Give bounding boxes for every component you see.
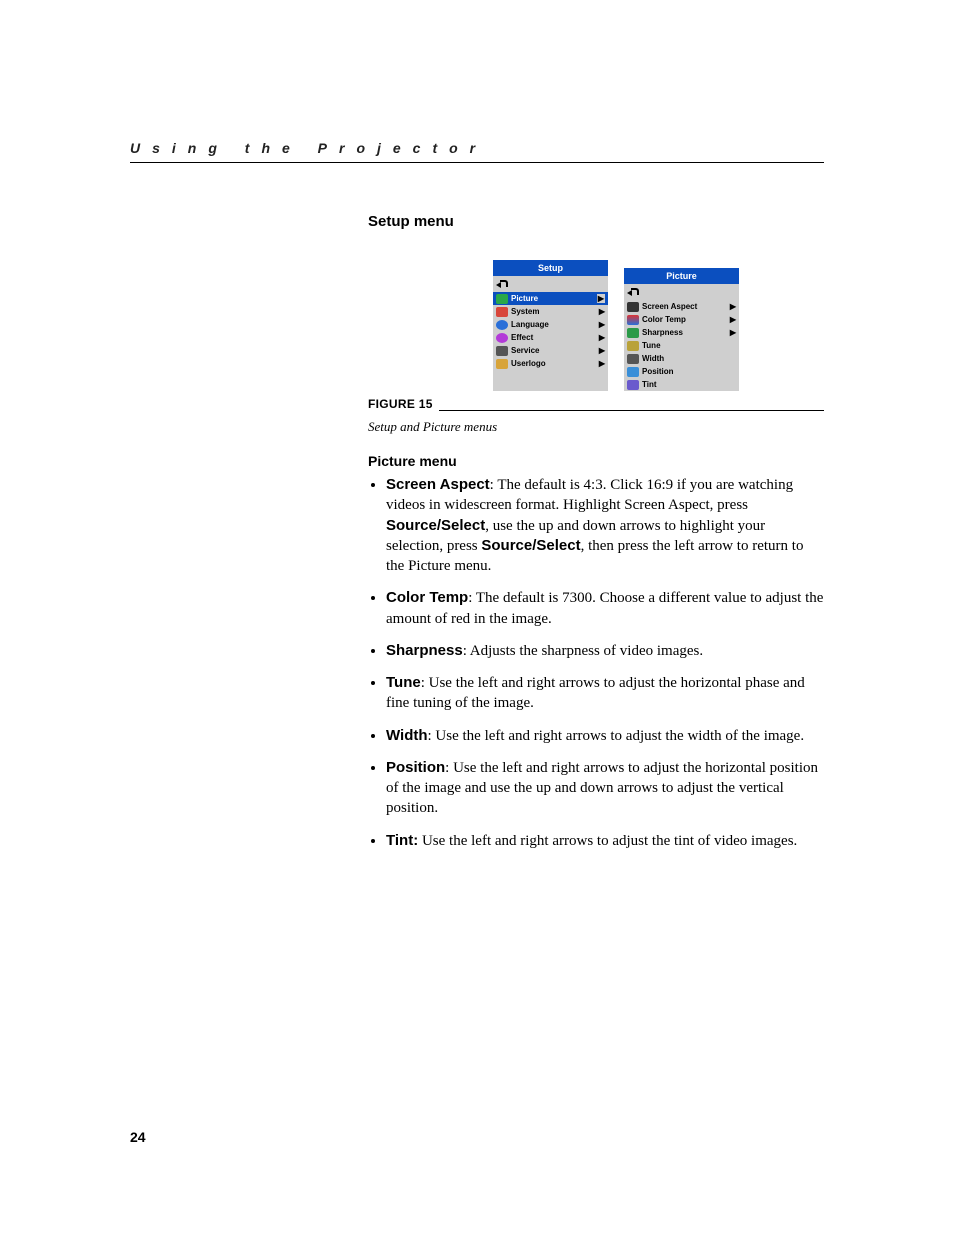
color-temp-icon [627,315,639,325]
osd-item-label: Color Temp [642,315,730,324]
figure-menus: Setup Picture ▶ System ▶ Language ▶ [368,260,824,391]
width-icon [627,354,639,364]
term: Tint: [386,832,418,849]
term: Position [386,759,445,776]
osd-item-label: Sharpness [642,328,730,337]
list-item: Screen Aspect: The default is 4:3. Click… [386,475,824,576]
osd-item-system[interactable]: System ▶ [493,305,608,318]
chevron-right-icon: ▶ [730,302,736,311]
osd-setup-menu: Setup Picture ▶ System ▶ Language ▶ [493,260,608,391]
osd-item-userlogo[interactable]: Userlogo ▶ [493,357,608,370]
service-icon [496,346,508,356]
effect-icon [496,333,508,343]
list-item: Tune: Use the left and right arrows to a… [386,673,824,714]
osd-item-width[interactable]: Width [624,352,739,365]
osd-item-screen-aspect[interactable]: Screen Aspect ▶ [624,300,739,313]
osd-item-language[interactable]: Language ▶ [493,318,608,331]
picture-menu-list: Screen Aspect: The default is 4:3. Click… [368,475,824,851]
chevron-right-icon: ▶ [730,328,736,337]
osd-item-label: Position [642,367,736,376]
list-item: Sharpness: Adjusts the sharpness of vide… [386,641,824,661]
list-item: Color Temp: The default is 7300. Choose … [386,588,824,629]
system-icon [496,307,508,317]
chevron-right-icon: ▶ [599,320,605,329]
text: Use the left and right arrows to adjust … [418,833,797,849]
back-arrow-icon [496,280,508,290]
osd-item-tint[interactable]: Tint [624,378,739,391]
osd-item-label: Screen Aspect [642,302,730,311]
osd-back-row[interactable] [493,276,608,292]
term: Screen Aspect [386,476,490,493]
term-inline: Source/Select [481,537,580,554]
chevron-right-icon: ▶ [599,359,605,368]
text: : Use the left and right arrows to adjus… [386,760,818,817]
position-icon [627,367,639,377]
osd-item-sharpness[interactable]: Sharpness ▶ [624,326,739,339]
tune-icon [627,341,639,351]
list-item: Position: Use the left and right arrows … [386,758,824,819]
screen-aspect-icon [627,302,639,312]
chevron-right-icon: ▶ [599,333,605,342]
picture-menu-heading: Picture menu [368,453,824,469]
osd-back-row[interactable] [624,284,739,300]
back-arrow-icon [627,288,639,298]
figure-caption: Setup and Picture menus [368,419,824,435]
osd-item-label: System [511,307,599,316]
list-item: Tint: Use the left and right arrows to a… [386,831,824,851]
osd-item-label: Tune [642,341,736,350]
osd-item-label: Picture [511,294,597,303]
running-header: Using the Projector [130,140,824,163]
text: : Adjusts the sharpness of video images. [463,643,703,659]
osd-item-effect[interactable]: Effect ▶ [493,331,608,344]
osd-item-label: Tint [642,380,736,389]
chevron-right-icon: ▶ [599,307,605,316]
text: : Use the left and right arrows to adjus… [386,675,805,711]
osd-setup-title: Setup [493,260,608,276]
picture-icon [496,294,508,304]
osd-item-color-temp[interactable]: Color Temp ▶ [624,313,739,326]
tint-icon [627,380,639,390]
language-icon [496,320,508,330]
page-number: 24 [130,1129,146,1145]
osd-item-label: Language [511,320,599,329]
term: Width [386,727,428,744]
osd-item-label: Effect [511,333,599,342]
figure-rule [439,400,824,411]
chevron-right-icon: ▶ [597,294,605,303]
osd-item-label: Width [642,354,736,363]
text: : Use the left and right arrows to adjus… [428,728,805,744]
chevron-right-icon: ▶ [599,346,605,355]
osd-item-service[interactable]: Service ▶ [493,344,608,357]
userlogo-icon [496,359,508,369]
term: Tune [386,674,421,691]
chevron-right-icon: ▶ [730,315,736,324]
sharpness-icon [627,328,639,338]
osd-item-tune[interactable]: Tune [624,339,739,352]
section-title: Setup menu [368,213,824,230]
osd-item-label: Service [511,346,599,355]
osd-item-position[interactable]: Position [624,365,739,378]
term: Sharpness [386,642,463,659]
osd-item-picture[interactable]: Picture ▶ [493,292,608,305]
osd-picture-menu: Picture Screen Aspect ▶ Color Temp ▶ Sha… [624,268,739,391]
figure-label: FIGURE 15 [368,397,433,411]
osd-item-label: Userlogo [511,359,599,368]
term: Color Temp [386,589,468,606]
osd-picture-title: Picture [624,268,739,284]
term-inline: Source/Select [386,517,485,534]
list-item: Width: Use the left and right arrows to … [386,726,824,746]
